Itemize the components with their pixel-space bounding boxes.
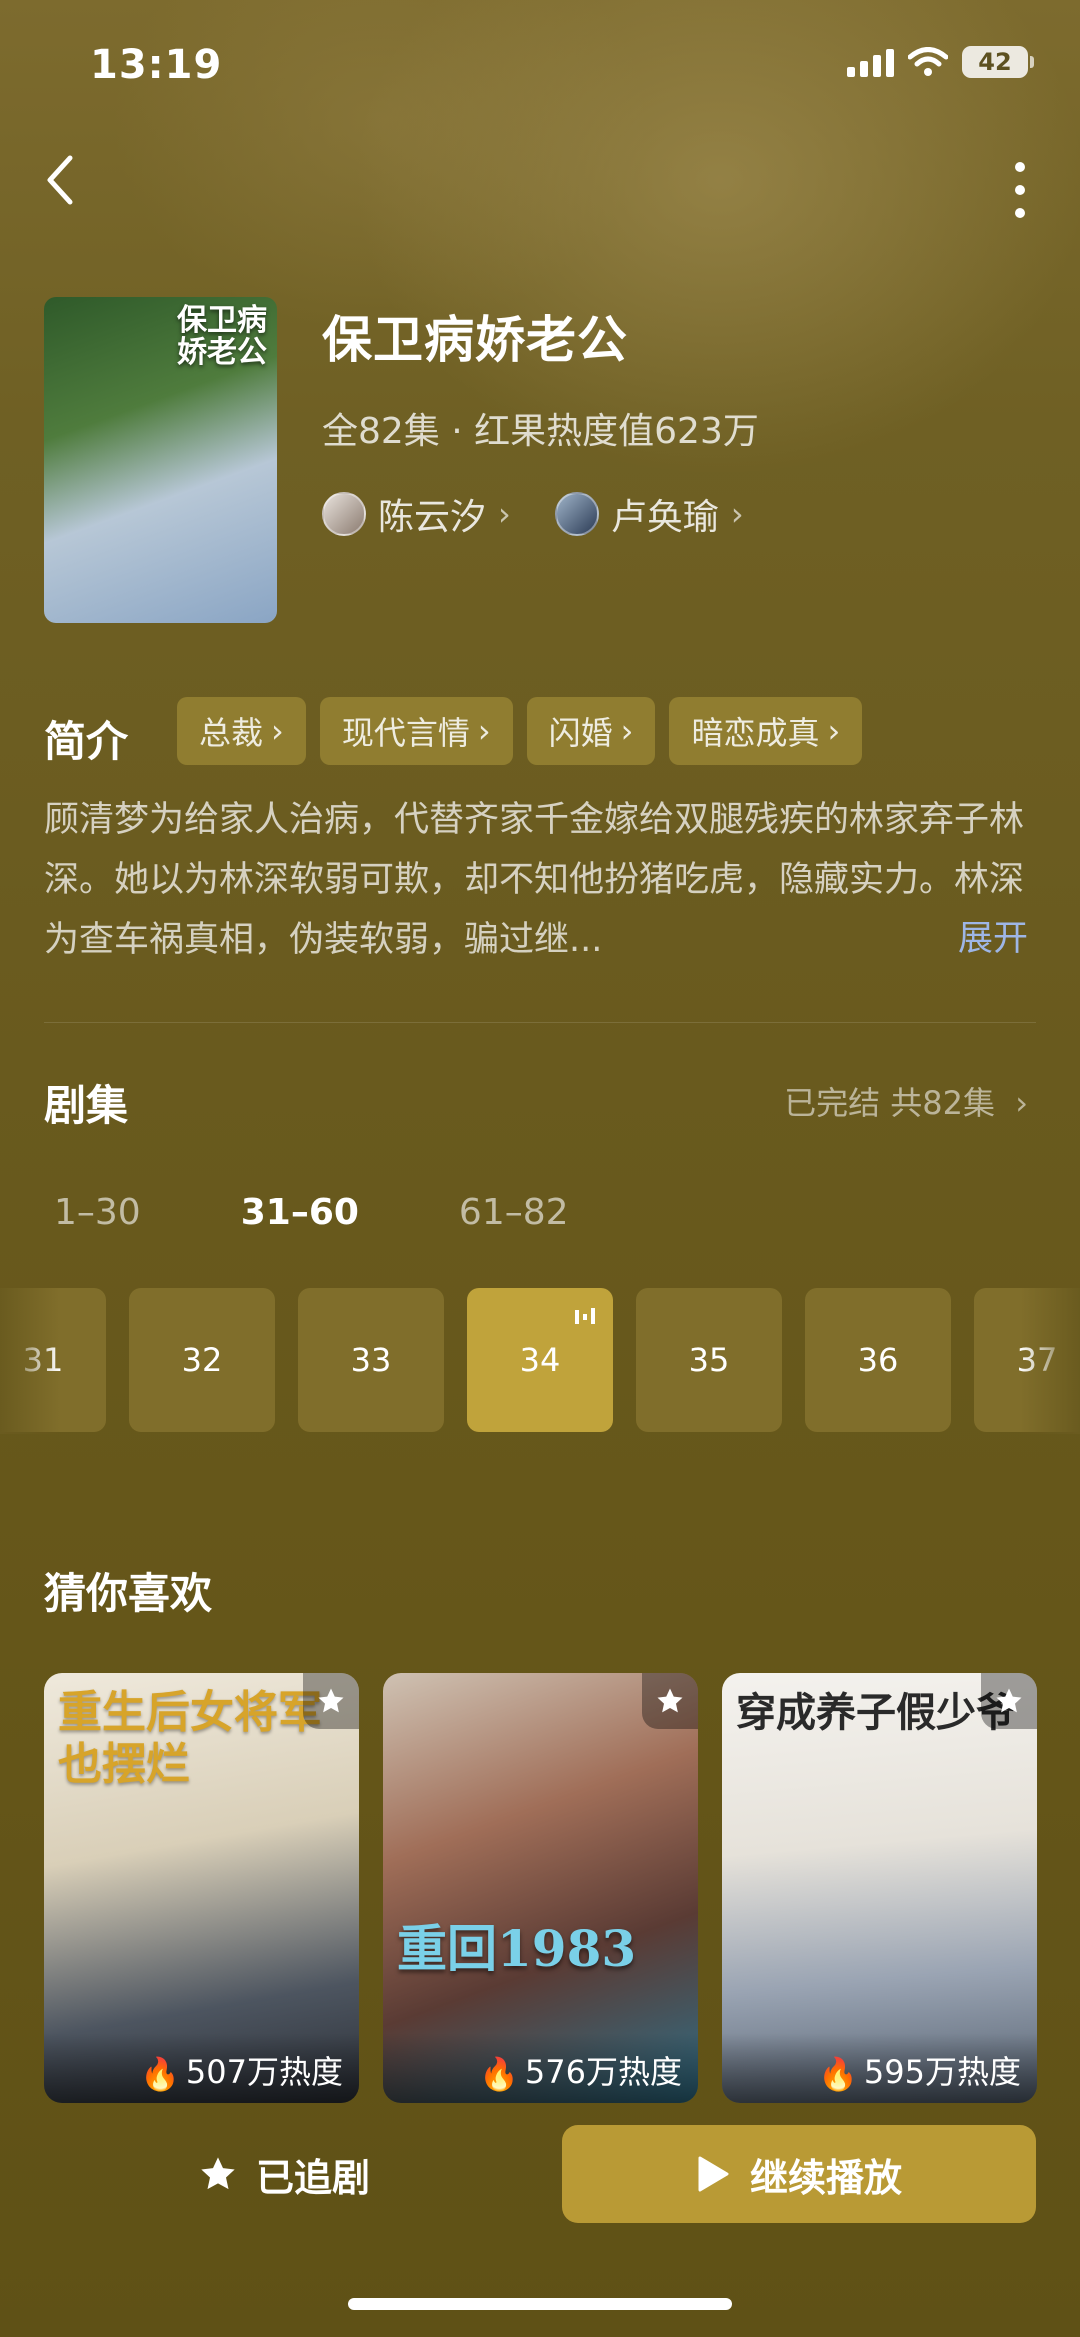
flame-icon: 🔥 [818,2055,858,2093]
actor-name: 卢奂瑜 [610,497,719,538]
follow-label: 已追剧 [255,2155,370,2200]
tag-chip[interactable]: 总裁 › [177,697,306,765]
intro-description: 顾清梦为给家人治病，代替齐家千金嫁给双腿残疾的林家弃子林深。她以为林深软弱可欺，… [44,800,1025,960]
play-label: 继续播放 [749,2155,902,2200]
episode-button[interactable]: 35 [636,1288,782,1432]
status-icons: 42 [847,46,1034,78]
drama-poster[interactable]: 保卫病娇老公 [44,297,277,623]
more-vertical-icon [1015,162,1025,218]
card-title: 重回1983 [397,1919,637,1978]
avatar [554,492,599,536]
heat-badge: 🔥 595万热度 [722,2033,1037,2103]
actor-name: 陈云汐 [378,497,487,538]
flame-icon: 🔥 [479,2055,519,2093]
flame-icon: 🔥 [140,2055,180,2093]
recommend-card[interactable]: 重回1983 🔥 576万热度 [383,1673,698,2103]
battery-icon: 42 [962,46,1034,78]
star-icon [201,2157,235,2190]
drama-title: 保卫病娇老公 [322,311,628,369]
favorite-star-icon[interactable] [981,1673,1037,1729]
tag-list: 总裁 › 现代言情 › 闪婚 › 暗恋成真 › [177,697,863,765]
recommend-card[interactable]: 重生后女将军也摆烂 🔥 507万热度 [44,1673,359,2103]
chevron-right-icon: › [477,712,491,750]
chevron-right-icon: › [271,712,284,750]
heat-badge: 🔥 507万热度 [44,2033,359,2103]
actor-item[interactable]: 卢奂瑜 › [554,488,744,540]
actor-list: 陈云汐 › 卢奂瑜 › [322,488,744,540]
episode-button[interactable]: 36 [805,1288,951,1432]
tag-chip[interactable]: 暗恋成真 › [669,697,863,765]
play-icon [698,2156,729,2192]
favorite-star-icon[interactable] [642,1673,698,1729]
recommend-card[interactable]: 穿成养子假少爷 🔥 595万热度 [722,1673,1037,2103]
scroll-fade-right [1020,1288,1080,1434]
more-options-button[interactable] [1000,155,1040,225]
back-button[interactable] [40,150,100,230]
avatar [322,492,366,536]
cellular-signal-icon [847,47,894,77]
home-indicator[interactable] [348,2298,732,2310]
chevron-right-icon: › [730,495,744,533]
heat-badge: 🔥 576万热度 [383,2033,698,2103]
chevron-left-icon [47,155,73,205]
episode-button[interactable]: 33 [298,1288,444,1432]
favorite-star-icon[interactable] [303,1673,359,1729]
intro-heading: 简介 [44,717,129,766]
card-title: 穿成养子假少爷 [736,1689,1016,1736]
continue-play-button[interactable]: 继续播放 [562,2125,1036,2223]
recommend-list: 重生后女将军也摆烂 🔥 507万热度 重回1983 🔥 576万热度 穿成养子假… [44,1673,1037,2103]
chevron-right-icon: › [620,712,634,750]
divider [44,1022,1036,1023]
follow-button[interactable]: 已追剧 [44,2125,524,2223]
scroll-fade-left [0,1288,60,1434]
tab-range[interactable]: 1–30 [54,1192,141,1233]
tab-range-active[interactable]: 31–60 [241,1192,359,1233]
tag-chip[interactable]: 闪婚 › [526,697,656,765]
poster-title: 保卫病娇老公 [177,303,267,370]
card-title: 重生后女将军也摆烂 [58,1687,322,1790]
recommend-heading: 猜你喜欢 [44,1569,213,1618]
expand-link[interactable]: 展开 [958,910,1028,961]
episodes-heading: 剧集 [44,1081,129,1130]
episode-list: 31 32 33 34 35 36 37 [0,1288,1080,1434]
episode-button[interactable]: 32 [129,1288,275,1432]
episode-range-tabs: 1–30 31–60 61–82 [54,1192,569,1233]
actor-item[interactable]: 陈云汐 › [322,488,511,540]
playing-icon [575,1308,595,1324]
chevron-right-icon: › [827,712,841,750]
chevron-right-icon: › [1015,1084,1028,1122]
episodes-status-link[interactable]: 已完结 共82集 › [784,1078,1028,1124]
chevron-right-icon: › [498,495,511,533]
tab-range[interactable]: 61–82 [459,1192,569,1233]
status-time: 13:19 [90,42,223,88]
episode-button-current[interactable]: 34 [467,1288,613,1432]
tag-chip[interactable]: 现代言情 › [319,697,513,765]
wifi-icon [908,47,948,76]
drama-meta: 全82集 · 红果热度值623万 [322,411,759,452]
